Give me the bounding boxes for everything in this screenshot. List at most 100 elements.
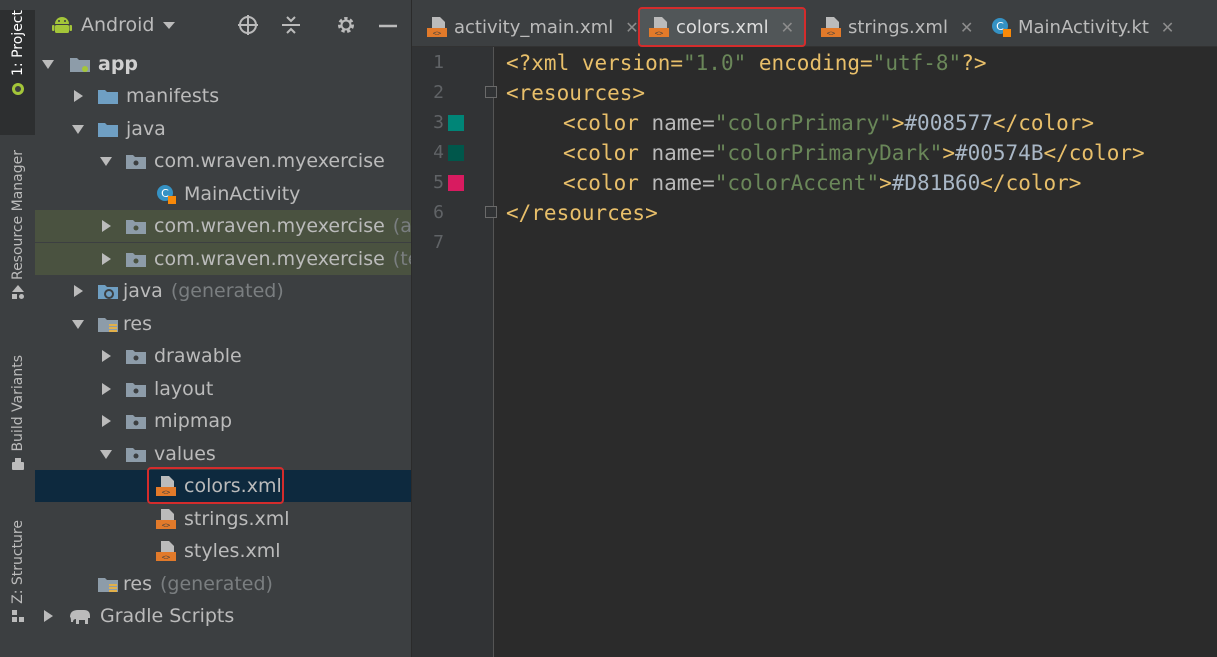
color-open-tag: <color (563, 111, 652, 135)
tree-item-res[interactable]: res (35, 308, 411, 340)
project-panel-toolbar: Android (35, 0, 411, 46)
tree-item-gradle-scripts[interactable]: Gradle Scripts (35, 600, 411, 632)
collapsed-arrow-icon (102, 350, 111, 362)
resource-manager-tool-tab[interactable]: Resource Manager (0, 150, 35, 330)
color-swatch-accent[interactable] (448, 175, 464, 191)
tree-item-label: app (98, 53, 139, 75)
tree-item-package-test[interactable]: com.wraven.myexercise (test (35, 243, 411, 275)
collapsed-arrow-icon (102, 220, 111, 232)
collapsed-arrow-icon (102, 253, 111, 265)
kotlin-class-icon: C (157, 185, 176, 204)
tab-label: MainActivity.kt (1018, 16, 1149, 38)
tree-item-label: java (123, 280, 163, 302)
tree-item-styles-xml[interactable]: <> styles.xml (35, 535, 411, 567)
line-number: 2 (433, 82, 444, 103)
locate-file-icon[interactable] (237, 14, 259, 36)
xml-encoding-value: "utf-8" (872, 51, 962, 75)
chevron-down-icon (163, 22, 176, 29)
expanded-arrow-icon (72, 125, 84, 134)
xml-file-icon: <> (156, 509, 176, 530)
tree-item-label: res (123, 313, 152, 335)
package-icon (126, 155, 146, 169)
line-number: 4 (433, 142, 444, 163)
hide-panel-icon[interactable] (377, 14, 399, 36)
code-line-5: <color name="colorAccent">#D81B60</color… (563, 168, 1081, 198)
tree-item-drawable[interactable]: drawable (35, 340, 411, 372)
tree-item-res-generated[interactable]: res (generated) (35, 568, 411, 600)
kotlin-class-icon: C (992, 18, 1011, 37)
highlight-box-tree-colors (147, 467, 284, 504)
tree-item-package-androidtest[interactable]: com.wraven.myexercise (and (35, 210, 411, 242)
close-icon[interactable]: ✕ (625, 18, 638, 37)
tree-item-mipmap[interactable]: mipmap (35, 405, 411, 437)
collapsed-arrow-icon (44, 610, 53, 622)
expanded-arrow-icon (72, 320, 84, 329)
tree-item-label: styles.xml (184, 540, 281, 562)
package-icon (126, 220, 146, 234)
color-close-tag: </color> (1043, 141, 1145, 165)
structure-tool-tab[interactable]: Z: Structure (0, 520, 35, 645)
tab-activity-main-xml[interactable]: <> activity_main.xml ✕ (418, 8, 639, 46)
tree-item-java[interactable]: java (35, 113, 411, 145)
tab-mainactivity-kt[interactable]: C MainActivity.kt ✕ (982, 8, 1182, 46)
tree-item-java-generated[interactable]: java (generated) (35, 275, 411, 307)
project-view-selector[interactable]: Android (51, 12, 176, 38)
tree-item-app[interactable]: app (35, 48, 411, 80)
tab-label: activity_main.xml (454, 16, 614, 38)
color-swatch-primary-dark[interactable] (448, 145, 464, 161)
tree-item-label: java (126, 118, 166, 140)
tree-item-label: MainActivity (184, 183, 301, 205)
name-attr: name= (651, 171, 715, 195)
svg-text:<>: <> (162, 522, 170, 530)
close-icon[interactable]: ✕ (960, 18, 973, 37)
xml-encoding-attr: encoding= (746, 51, 873, 75)
resources-open-tag: <resources> (506, 81, 646, 105)
build-variants-label: Build Variants (9, 355, 26, 452)
svg-text:C: C (996, 20, 1004, 33)
code-line-3: <color name="colorPrimary">#008577</colo… (563, 108, 1094, 138)
project-tool-tab[interactable]: 1: Project (0, 10, 35, 135)
line-number: 7 (433, 232, 444, 253)
structure-icon (11, 609, 24, 622)
tree-item-values[interactable]: values (35, 438, 411, 470)
gear-icon[interactable] (335, 14, 357, 36)
tree-item-manifests[interactable]: manifests (35, 80, 411, 112)
color-open-tag: <color (563, 141, 652, 165)
tree-item-label: drawable (154, 345, 242, 367)
line-number: 5 (433, 172, 444, 193)
expanded-arrow-icon (100, 450, 112, 459)
tree-item-suffix: (generated) (170, 280, 284, 302)
editor-gutter: 1 2 3 4 5 6 7 (412, 47, 497, 657)
fold-marker-icon[interactable] (485, 206, 497, 218)
build-variants-tool-tab[interactable]: Build Variants (0, 355, 35, 495)
name-value: "colorAccent" (714, 171, 880, 195)
tree-item-layout[interactable]: layout (35, 373, 411, 405)
color-close-tag: </color> (992, 111, 1095, 135)
xml-file-icon: <> (427, 17, 447, 38)
tree-item-suffix: (test (392, 248, 411, 270)
tree-item-mainactivity[interactable]: C MainActivity (35, 178, 411, 210)
close-icon[interactable]: ✕ (1161, 18, 1174, 37)
xml-decl-close: ?> (961, 51, 987, 75)
code-line-2: <resources> (506, 78, 645, 108)
tree-item-label: manifests (126, 85, 220, 107)
resource-folder-icon (98, 318, 118, 332)
tree-item-label: com.wraven.myexercise (154, 150, 385, 172)
tree-item-suffix: (generated) (159, 573, 273, 595)
fold-marker-icon[interactable] (485, 86, 497, 98)
collapse-all-icon[interactable] (280, 14, 302, 36)
code-editor[interactable]: <?xml version="1.0" encoding="utf-8"?> <… (506, 47, 1217, 657)
editor-tab-bar: <> activity_main.xml ✕ <> colors.xml ✕ <… (412, 0, 1217, 47)
tree-item-strings-xml[interactable]: <> strings.xml (35, 503, 411, 535)
name-attr: name= (651, 141, 715, 165)
tab-label: strings.xml (848, 16, 948, 38)
line-number: 3 (433, 112, 444, 133)
color-value: #008577 (904, 111, 993, 135)
collapsed-arrow-icon (74, 285, 83, 297)
color-swatch-primary[interactable] (448, 115, 464, 131)
package-icon (126, 415, 146, 429)
tab-strings-xml[interactable]: <> strings.xml ✕ (812, 8, 977, 46)
tree-item-label: values (154, 443, 216, 465)
tree-item-package[interactable]: com.wraven.myexercise (35, 145, 411, 177)
color-close-tag: </color> (980, 171, 1082, 195)
